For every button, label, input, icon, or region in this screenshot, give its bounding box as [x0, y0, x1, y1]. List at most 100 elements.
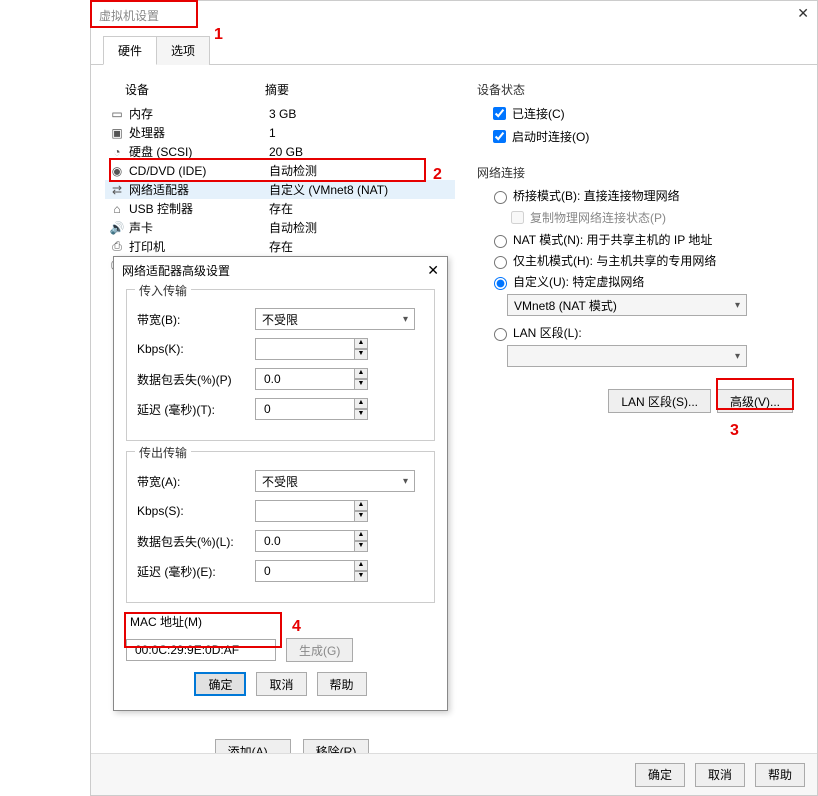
title-bar: 虚拟机设置 ✕ — [91, 1, 817, 29]
connect-at-power-input[interactable] — [493, 130, 506, 143]
loss-in-spinner[interactable]: ▲▼ — [354, 368, 368, 390]
col-device: 设备 — [105, 81, 265, 98]
outgoing-fieldset: 传出传输 带宽(A): 不受限▾ Kbps(S): ▲▼ 数据包丢失(%)(L)… — [126, 451, 435, 603]
help-button[interactable]: 帮助 — [755, 763, 805, 787]
network-adapter-advanced-dialog: 网络适配器高级设置 ✕ 传入传输 带宽(B): 不受限▾ Kbps(K): ▲▼… — [113, 256, 448, 711]
connected-input[interactable] — [493, 107, 506, 120]
tab-hardware[interactable]: 硬件 — [103, 36, 157, 65]
connected-checkbox[interactable]: 已连接(C) — [489, 104, 803, 123]
hardware-row-disk[interactable]: ◔硬盘 (SCSI)20 GB — [105, 142, 455, 161]
device-settings-panel: 设备状态 已连接(C) 启动时连接(O) 网络连接 桥接模式(B): 直接连接物… — [473, 77, 803, 413]
loss-out-input[interactable] — [255, 530, 355, 552]
tab-options[interactable]: 选项 — [156, 36, 210, 65]
latency-in-input[interactable] — [255, 398, 355, 420]
replicate-checkbox: 复制物理网络连接状态(P) — [507, 208, 803, 227]
hardware-row-memory[interactable]: ▭内存3 GB — [105, 104, 455, 123]
hardware-list: ▭内存3 GB▣处理器1◔硬盘 (SCSI)20 GB◉CD/DVD (IDE)… — [105, 104, 455, 275]
sound-icon: 🔊 — [109, 220, 125, 236]
kbps-in-spinner[interactable]: ▲▼ — [354, 338, 368, 360]
latency-in-label: 延迟 (毫秒)(T): — [137, 401, 255, 418]
loss-in-input[interactable] — [255, 368, 355, 390]
hardware-row-cd[interactable]: ◉CD/DVD (IDE)自动检测 — [105, 161, 455, 180]
custom-network-select[interactable]: VMnet8 (NAT 模式) ▾ — [507, 294, 747, 316]
col-summary: 摘要 — [265, 81, 455, 98]
hardware-row-sound[interactable]: 🔊声卡自动检测 — [105, 218, 455, 237]
kbps-out-input[interactable] — [255, 500, 355, 522]
hardware-row-printer[interactable]: ⎙打印机存在 — [105, 237, 455, 256]
nat-input[interactable] — [494, 235, 507, 248]
hardware-name: 硬盘 (SCSI) — [129, 143, 269, 160]
bandwidth-in-label: 带宽(B): — [137, 311, 255, 328]
memory-icon: ▭ — [109, 106, 125, 122]
kbps-out-spinner[interactable]: ▲▼ — [354, 500, 368, 522]
mac-address-input[interactable] — [126, 639, 276, 661]
close-icon[interactable]: ✕ — [797, 5, 809, 22]
generate-mac-button[interactable]: 生成(G) — [286, 638, 353, 662]
replicate-input — [511, 211, 524, 224]
hardware-name: 处理器 — [129, 124, 269, 141]
latency-out-spinner[interactable]: ▲▼ — [354, 560, 368, 582]
disk-icon: ◔ — [109, 144, 125, 160]
custom-radio[interactable]: 自定义(U): 特定虚拟网络 — [489, 273, 803, 290]
connect-at-power-checkbox[interactable]: 启动时连接(O) — [489, 127, 803, 146]
kbps-in-input[interactable] — [255, 338, 355, 360]
replicate-text: 复制物理网络连接状态(P) — [530, 209, 666, 226]
hardware-row-net[interactable]: ⇄网络适配器自定义 (VMnet8 (NAT) — [105, 180, 455, 199]
chevron-down-icon: ▾ — [403, 314, 408, 325]
hardware-name: 打印机 — [129, 238, 269, 255]
loss-in-label: 数据包丢失(%)(P) — [137, 371, 255, 388]
hardware-header: 设备 摘要 — [105, 77, 455, 104]
hardware-name: CD/DVD (IDE) — [129, 164, 269, 178]
bridged-text: 桥接模式(B): 直接连接物理网络 — [513, 187, 680, 204]
lan-segments-button[interactable]: LAN 区段(S)... — [608, 389, 711, 413]
custom-input[interactable] — [494, 277, 507, 290]
kbps-in-label: Kbps(K): — [137, 342, 255, 356]
adv-ok-button[interactable]: 确定 — [194, 672, 246, 696]
latency-in-spinner[interactable]: ▲▼ — [354, 398, 368, 420]
dialog-title: 虚拟机设置 — [99, 7, 159, 24]
chevron-down-icon: ▾ — [735, 300, 740, 311]
dialog-button-bar: 确定 取消 帮助 — [91, 753, 817, 795]
tabs: 硬件 选项 — [91, 35, 817, 65]
hardware-row-usb[interactable]: ⌂USB 控制器存在 — [105, 199, 455, 218]
lan-segment-input[interactable] — [494, 328, 507, 341]
latency-out-input[interactable] — [255, 560, 355, 582]
adv-cancel-button[interactable]: 取消 — [256, 672, 306, 696]
custom-text: 自定义(U): 特定虚拟网络 — [513, 273, 644, 290]
hardware-row-cpu[interactable]: ▣处理器1 — [105, 123, 455, 142]
bandwidth-in-select[interactable]: 不受限▾ — [255, 308, 415, 330]
ok-button[interactable]: 确定 — [635, 763, 685, 787]
connected-text: 已连接(C) — [512, 105, 565, 122]
bridged-radio[interactable]: 桥接模式(B): 直接连接物理网络 — [489, 187, 803, 204]
hardware-name: 网络适配器 — [129, 181, 269, 198]
lan-segment-radio[interactable]: LAN 区段(L): — [489, 324, 803, 341]
incoming-legend: 传入传输 — [135, 282, 191, 299]
lan-segment-select: ▾ — [507, 345, 747, 367]
cpu-icon: ▣ — [109, 125, 125, 141]
hostonly-input[interactable] — [494, 256, 507, 269]
lan-segment-text: LAN 区段(L): — [513, 324, 582, 341]
hostonly-text: 仅主机模式(H): 与主机共享的专用网络 — [513, 252, 716, 269]
adv-help-button[interactable]: 帮助 — [317, 672, 367, 696]
cancel-button[interactable]: 取消 — [695, 763, 745, 787]
hardware-summary: 1 — [269, 126, 455, 140]
close-icon[interactable]: ✕ — [427, 262, 439, 279]
hardware-summary: 自动检测 — [269, 162, 455, 179]
advanced-button-row: 确定 取消 帮助 — [126, 672, 435, 696]
bandwidth-out-select[interactable]: 不受限▾ — [255, 470, 415, 492]
device-status-label: 设备状态 — [477, 81, 803, 98]
advanced-title: 网络适配器高级设置 — [122, 262, 230, 279]
kbps-out-label: Kbps(S): — [137, 504, 255, 518]
nat-text: NAT 模式(N): 用于共享主机的 IP 地址 — [513, 231, 712, 248]
hostonly-radio[interactable]: 仅主机模式(H): 与主机共享的专用网络 — [489, 252, 803, 269]
advanced-button[interactable]: 高级(V)... — [717, 389, 793, 413]
loss-out-spinner[interactable]: ▲▼ — [354, 530, 368, 552]
bandwidth-out-label: 带宽(A): — [137, 473, 255, 490]
mac-address-label: MAC 地址(M) — [130, 613, 435, 630]
bridged-input[interactable] — [494, 191, 507, 204]
loss-out-label: 数据包丢失(%)(L): — [137, 533, 255, 550]
chevron-down-icon: ▾ — [735, 351, 740, 362]
hardware-name: 声卡 — [129, 219, 269, 236]
nat-radio[interactable]: NAT 模式(N): 用于共享主机的 IP 地址 — [489, 231, 803, 248]
mac-address-row: 生成(G) — [126, 638, 435, 662]
